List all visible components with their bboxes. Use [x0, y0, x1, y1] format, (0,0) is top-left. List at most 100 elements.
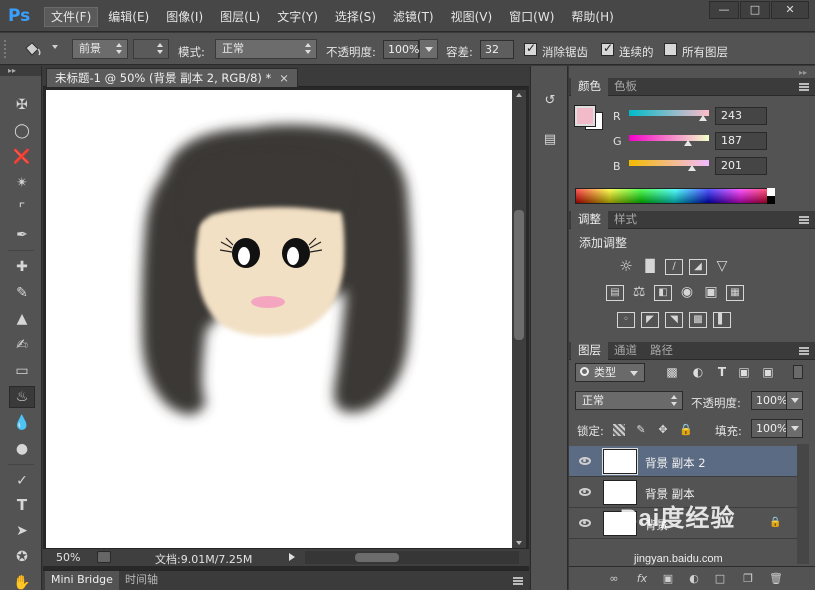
magic-wand-tool-icon[interactable]: ✴: [9, 172, 35, 194]
menu-file[interactable]: 文件(F): [44, 7, 99, 27]
visibility-eye-icon[interactable]: [579, 519, 591, 527]
contiguous-checkbox[interactable]: [601, 41, 614, 56]
layer-filter-select[interactable]: 类型: [575, 363, 645, 382]
history-panel-icon[interactable]: ↺: [539, 93, 561, 113]
tools-collapse-icon[interactable]: ▸▸: [0, 66, 41, 76]
panels-collapse-icon[interactable]: ▸▸: [799, 68, 807, 77]
tab-styles[interactable]: 样式: [607, 211, 644, 229]
visibility-eye-icon[interactable]: [579, 488, 591, 496]
pen-tool-icon[interactable]: ✓: [9, 470, 35, 492]
layer-opacity-input[interactable]: 100%: [751, 391, 803, 410]
filter-type-icon[interactable]: T: [715, 365, 729, 379]
menu-view[interactable]: 视图(V): [444, 7, 500, 27]
posterize-icon[interactable]: ◤: [641, 312, 659, 328]
layer-style-icon[interactable]: fx: [635, 573, 649, 585]
properties-panel-icon[interactable]: ▤: [539, 132, 561, 152]
tolerance-input[interactable]: 32: [480, 40, 514, 59]
new-layer-icon[interactable]: ❐: [741, 573, 755, 585]
canvas-horizontal-scrollbar[interactable]: [305, 551, 519, 564]
adjust-panel-menu-icon[interactable]: [799, 216, 809, 224]
tab-paths[interactable]: 路径: [643, 342, 680, 360]
lasso-tool-icon[interactable]: ❌: [9, 146, 35, 168]
tool-preset-chevron-down-icon[interactable]: [52, 45, 58, 49]
layers-scrollbar[interactable]: [797, 444, 809, 564]
brightness-contrast-icon[interactable]: ☼: [617, 259, 635, 275]
crop-tool-icon[interactable]: ⌜: [9, 198, 35, 220]
eraser-tool-icon[interactable]: ▭: [9, 360, 35, 382]
lock-transparent-icon[interactable]: [613, 424, 625, 436]
foreground-color-swatch[interactable]: [574, 105, 596, 127]
opacity-input[interactable]: 100%: [383, 40, 419, 59]
red-slider[interactable]: [629, 110, 709, 121]
filter-smart-object-icon[interactable]: ▣: [761, 365, 775, 379]
scroll-up-icon[interactable]: [516, 93, 522, 97]
color-spectrum-bar[interactable]: [575, 188, 775, 204]
lock-image-icon[interactable]: ✎: [635, 424, 647, 436]
horizontal-scroll-thumb[interactable]: [355, 553, 399, 562]
green-slider-knob[interactable]: [684, 140, 692, 146]
vibrance-icon[interactable]: ▽: [713, 259, 731, 275]
paint-bucket-icon[interactable]: [22, 40, 44, 58]
clone-stamp-tool-icon[interactable]: ▲: [9, 308, 35, 330]
tab-channels[interactable]: 通道: [607, 342, 644, 360]
photo-filter-icon[interactable]: ◉: [678, 285, 696, 301]
invert-icon[interactable]: ◦: [617, 312, 635, 328]
eyedropper-tool-icon[interactable]: ✒: [9, 224, 35, 246]
close-tab-icon[interactable]: ×: [279, 71, 289, 85]
shape-tool-icon[interactable]: ✪: [9, 546, 35, 568]
tab-color[interactable]: 颜色: [571, 78, 608, 96]
bottom-panel-menu-icon[interactable]: [513, 577, 523, 585]
menu-window[interactable]: 窗口(W): [502, 7, 561, 27]
delete-layer-icon[interactable]: 🗑: [769, 573, 783, 585]
new-group-icon[interactable]: □: [713, 573, 727, 585]
curves-icon[interactable]: ∕: [665, 259, 683, 275]
filter-toggle-icon[interactable]: [793, 365, 803, 379]
layer-row[interactable]: 背景 副本 2: [569, 446, 797, 477]
green-value-input[interactable]: 187: [715, 132, 767, 150]
tab-timeline[interactable]: 时间轴: [119, 571, 164, 590]
dodge-tool-icon[interactable]: ●: [9, 438, 35, 460]
zoom-level[interactable]: 50%: [56, 551, 80, 564]
color-balance-icon[interactable]: ⚖: [630, 285, 648, 301]
filter-shape-icon[interactable]: ▣: [737, 365, 751, 379]
lock-position-icon[interactable]: ✥: [657, 424, 669, 436]
type-tool-icon[interactable]: T: [9, 494, 35, 516]
pattern-picker[interactable]: [133, 39, 169, 59]
menu-layer[interactable]: 图层(L): [213, 7, 267, 27]
channel-mixer-icon[interactable]: ▣: [702, 285, 720, 301]
layers-panel-menu-icon[interactable]: [799, 347, 809, 355]
levels-icon[interactable]: █: [641, 259, 659, 275]
blue-slider[interactable]: [629, 160, 709, 171]
threshold-icon[interactable]: ◥: [665, 312, 683, 328]
fill-input[interactable]: 100%: [751, 419, 803, 438]
red-value-input[interactable]: 243: [715, 107, 767, 125]
selective-color-icon[interactable]: ▩: [689, 312, 707, 328]
close-icon[interactable]: ✕: [771, 1, 809, 19]
green-slider[interactable]: [629, 135, 709, 146]
hand-tool-icon[interactable]: ✋: [9, 572, 35, 590]
move-tool-icon[interactable]: ✠: [9, 94, 35, 116]
lock-all-icon[interactable]: 🔒: [679, 424, 693, 436]
tab-swatches[interactable]: 色板: [607, 78, 644, 96]
tab-adjustments[interactable]: 调整: [571, 211, 608, 229]
healing-brush-tool-icon[interactable]: ✚: [9, 256, 35, 278]
restore-icon[interactable]: □: [740, 1, 770, 19]
minimize-icon[interactable]: —: [709, 1, 739, 19]
blue-value-input[interactable]: 201: [715, 157, 767, 175]
menu-type[interactable]: 文字(Y): [270, 7, 325, 27]
document-canvas[interactable]: [46, 90, 512, 548]
adjustment-layer-icon[interactable]: ◐: [687, 573, 701, 585]
tab-layers[interactable]: 图层: [571, 342, 608, 360]
blur-tool-icon[interactable]: 💧: [9, 412, 35, 434]
document-tab[interactable]: 未标题-1 @ 50% (背景 副本 2, RGB/8) * ×: [46, 68, 298, 87]
vertical-scroll-thumb[interactable]: [514, 210, 524, 340]
scroll-down-icon[interactable]: [516, 541, 522, 545]
tab-mini-bridge[interactable]: Mini Bridge: [45, 571, 119, 590]
link-layers-icon[interactable]: ∞: [607, 573, 621, 585]
hue-saturation-icon[interactable]: ▤: [606, 285, 624, 301]
menu-filter[interactable]: 滤镜(T): [386, 7, 441, 27]
black-swatch[interactable]: [767, 196, 775, 204]
blend-mode-select[interactable]: 正常: [575, 391, 683, 410]
status-menu-arrow-icon[interactable]: [289, 553, 295, 561]
fill-dropdown-icon[interactable]: [786, 420, 802, 437]
